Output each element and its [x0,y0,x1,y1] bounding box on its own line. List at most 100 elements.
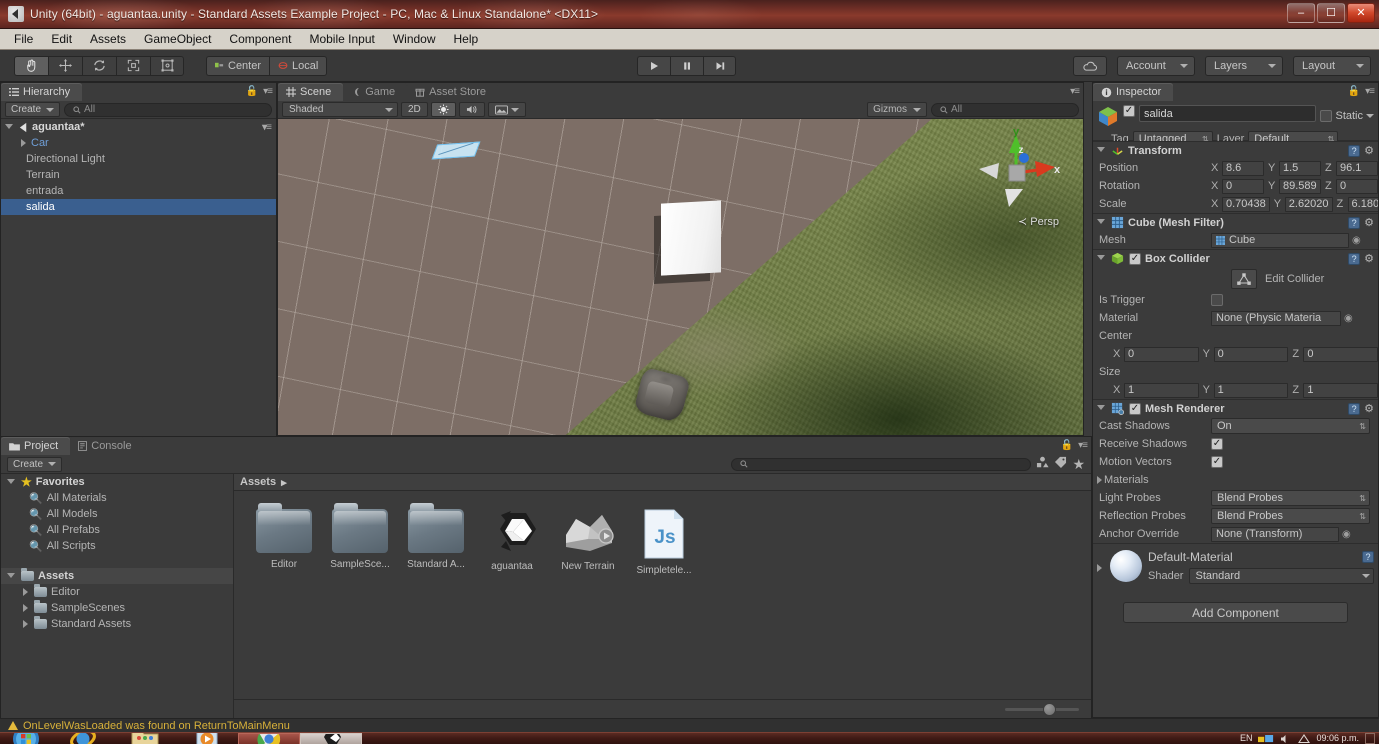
favorites-group[interactable]: ★ Favorites [1,474,233,490]
tree-folder-editor[interactable]: Editor [1,584,233,600]
asset-item[interactable]: aguantaa [480,509,544,576]
object-picker-icon[interactable]: ◉ [1342,529,1351,540]
edit-collider-button[interactable] [1231,269,1257,289]
add-component-button[interactable]: Add Component [1123,602,1348,623]
explorer-icon[interactable] [114,732,176,744]
language-indicator[interactable]: EN [1240,734,1253,743]
internet-explorer-icon[interactable] [52,732,114,744]
rotation-x-field[interactable]: 0 [1222,178,1264,194]
scene-orientation-gizmo[interactable]: y x z [971,127,1061,219]
toggle-2d-button[interactable]: 2D [401,102,428,117]
icon-size-slider[interactable] [1005,702,1079,716]
size-z-field[interactable]: 1 [1303,382,1378,398]
component-header-transform[interactable]: Transform ? ⚙ [1093,141,1378,159]
close-button[interactable]: ✕ [1347,3,1375,23]
cloud-icon[interactable] [1073,56,1107,76]
shader-dropdown[interactable]: Standard [1189,568,1374,584]
assets-root-row[interactable]: Assets [1,568,233,584]
tab-game[interactable]: Game [343,83,408,101]
help-icon[interactable]: ? [1348,402,1361,415]
tab-hierarchy[interactable]: Hierarchy [1,83,83,101]
position-z-field[interactable]: 96.1 [1336,160,1378,176]
menu-component[interactable]: Component [221,30,299,48]
maximize-button[interactable]: ☐ [1317,3,1345,23]
is-trigger-checkbox[interactable]: ✓ [1211,294,1223,306]
scene-lighting-toggle[interactable] [430,102,456,117]
gear-icon[interactable]: ⚙ [1364,216,1374,229]
favorite-all-scripts[interactable]: 🔍 All Scripts [1,538,233,554]
tab-console[interactable]: Console [70,437,144,455]
clock[interactable]: 09:06 p.m. [1316,734,1359,743]
reflection-probes-dropdown[interactable]: Blend Probes ⇅ [1211,508,1370,524]
asset-item[interactable]: SampleSce... [328,503,392,576]
physic-material-field[interactable]: None (Physic Materia [1211,310,1341,326]
pivot-mode-button[interactable]: Center [206,55,270,76]
gizmos-dropdown[interactable]: Gizmos [867,102,927,117]
show-desktop-button[interactable] [1365,733,1375,744]
unity-icon[interactable] [300,732,362,744]
rotation-mode-button[interactable]: Local [269,55,328,76]
status-bar[interactable]: OnLevelWasLoaded was found on ReturnToMa… [0,718,1379,732]
static-checkbox[interactable]: ✓ [1320,110,1333,122]
hierarchy-item-entrada[interactable]: entrada [1,183,276,199]
mesh-renderer-enabled-checkbox[interactable]: ✓ [1129,402,1141,415]
favorite-all-prefabs[interactable]: 🔍 All Prefabs [1,522,233,538]
filter-by-type-icon[interactable] [1036,455,1050,473]
chevron-right-icon[interactable] [23,604,28,612]
chevron-down-icon[interactable] [1097,405,1105,414]
size-x-field[interactable]: 1 [1124,382,1199,398]
chevron-down-icon[interactable] [1097,147,1105,156]
chevron-right-icon[interactable] [1097,564,1102,572]
tab-project[interactable]: Project [1,437,71,455]
chevron-right-icon[interactable] [1097,476,1102,484]
help-icon[interactable]: ? [1348,144,1361,157]
menu-assets[interactable]: Assets [82,30,134,48]
chevron-down-icon[interactable] [7,478,15,488]
scene-menu-icon[interactable]: ▾≡ [1070,86,1080,97]
step-button[interactable] [703,56,736,76]
gear-icon[interactable]: ⚙ [1364,252,1374,265]
scale-x-field[interactable]: 0.70438 [1222,196,1270,212]
chevron-down-icon[interactable] [5,123,13,133]
lock-icon[interactable]: 🔓 [1348,86,1360,97]
static-toggle[interactable]: ✓ Static [1320,105,1374,127]
tree-folder-samplescenes[interactable]: SampleScenes [1,600,233,616]
gameobject-name-field[interactable]: salida [1139,105,1317,122]
favorite-all-models[interactable]: 🔍 All Models [1,506,233,522]
breadcrumb-assets[interactable]: Assets [240,476,276,488]
media-player-icon[interactable] [176,732,238,744]
object-picker-icon[interactable]: ◉ [1352,235,1361,246]
asset-item[interactable]: Js Simpletele... [632,509,696,576]
object-picker-icon[interactable]: ◉ [1344,313,1353,324]
hand-tool-icon[interactable] [14,55,48,76]
chevron-down-icon[interactable] [1366,114,1374,118]
center-z-field[interactable]: 0 [1303,346,1378,362]
project-create-button[interactable]: Create [7,456,63,472]
gameobject-enabled-checkbox[interactable]: ✓ [1123,105,1135,117]
hierarchy-item-terrain[interactable]: Terrain [1,167,276,183]
component-header-box-collider[interactable]: ✓ Box Collider ? ⚙ [1093,249,1378,267]
hierarchy-create-button[interactable]: Create [5,102,61,117]
rotation-y-field[interactable]: 89.589 [1279,178,1321,194]
chevron-down-icon[interactable] [7,572,15,582]
center-y-field[interactable]: 0 [1213,346,1289,362]
help-icon[interactable]: ? [1362,551,1374,563]
action-center-icon[interactable] [1298,733,1311,744]
play-button[interactable] [637,56,670,76]
inspector-menu-icon[interactable]: ▾≡ [1365,86,1375,97]
menu-file[interactable]: File [6,30,41,48]
asset-item[interactable]: Editor [252,503,316,576]
chevron-right-icon[interactable] [21,139,26,147]
tab-asset-store[interactable]: Asset Store [407,83,499,101]
chevron-down-icon[interactable] [1097,219,1105,228]
lock-icon[interactable]: 🔓 [1061,440,1073,451]
component-header-mesh-filter[interactable]: Cube (Mesh Filter) ? ⚙ [1093,213,1378,231]
move-tool-icon[interactable] [48,55,82,76]
gear-icon[interactable]: ⚙ [1364,402,1374,415]
mesh-object-field[interactable]: Cube [1211,232,1349,248]
receive-shadows-checkbox[interactable]: ✓ [1211,438,1223,450]
start-orb-icon[interactable] [0,732,52,744]
light-probes-dropdown[interactable]: Blend Probes ⇅ [1211,490,1370,506]
center-x-field[interactable]: 0 [1124,346,1199,362]
favorite-all-materials[interactable]: 🔍 All Materials [1,490,233,506]
